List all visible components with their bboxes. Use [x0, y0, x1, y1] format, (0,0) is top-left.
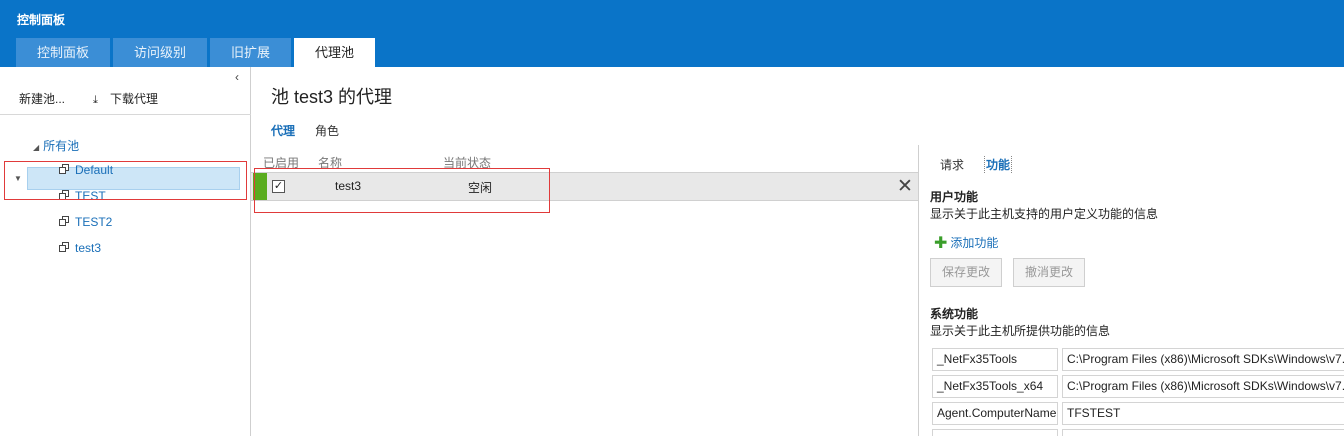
- download-icon: ⤓: [93, 94, 98, 106]
- page-title: 池 test3 的代理: [271, 87, 393, 107]
- collapse-sidebar-icon[interactable]: ‹: [235, 70, 239, 84]
- pool-icon: [59, 242, 70, 253]
- tree-root-label: 所有池: [43, 139, 80, 153]
- capability-value-field[interactable]: [1062, 429, 1344, 436]
- delete-agent-icon[interactable]: ✕: [897, 175, 913, 198]
- pool-label: TEST2: [75, 215, 113, 229]
- agent-details-pane: 请求 功能 用户功能 显示关于此主机支持的用户定义功能的信息 ✚ 添加功能 保存更…: [918, 145, 1344, 436]
- subtab-roles[interactable]: 角色: [315, 122, 339, 139]
- plus-icon: ✚: [934, 235, 948, 252]
- tree-item-pool[interactable]: TEST2: [59, 213, 112, 231]
- highlight-box: [254, 168, 550, 213]
- new-pool-button[interactable]: 新建池...: [19, 90, 65, 107]
- download-agent-label: 下载代理: [110, 92, 159, 106]
- pool-label: test3: [75, 241, 102, 255]
- tree-item-pool-selected[interactable]: test3: [59, 239, 101, 257]
- user-capabilities-desc: 显示关于此主机支持的用户定义功能的信息: [930, 207, 1159, 221]
- undo-changes-button[interactable]: 撤消更改: [1013, 258, 1086, 287]
- capability-value-field[interactable]: C:\Program Files (x86)\Microsoft SDKs\Wi…: [1062, 375, 1344, 398]
- tab-capabilities[interactable]: 功能: [984, 156, 1013, 173]
- system-capabilities-title: 系统功能: [930, 307, 979, 321]
- download-agent-button[interactable]: ⤓ 下载代理: [93, 90, 158, 107]
- capability-key-field[interactable]: Agent.ComputerName: [932, 402, 1058, 425]
- pool-icon: [59, 216, 70, 227]
- capability-key-field[interactable]: _NetFx35Tools: [932, 348, 1058, 371]
- save-changes-button[interactable]: 保存更改: [930, 258, 1003, 287]
- capability-value-field[interactable]: C:\Program Files (x86)\Microsoft SDKs\Wi…: [1062, 348, 1344, 371]
- add-capability-label: 添加功能: [950, 236, 999, 250]
- pool-toolbar: 新建池... ⤓ 下载代理: [0, 84, 251, 115]
- capability-key-field[interactable]: [932, 429, 1058, 436]
- capability-key-field[interactable]: _NetFx35Tools_x64: [932, 375, 1058, 398]
- system-capabilities-desc: 显示关于此主机所提供功能的信息: [930, 324, 1111, 338]
- capability-value-field[interactable]: TFSTEST: [1062, 402, 1344, 425]
- tree-item-all-pools[interactable]: ◢ 所有池: [33, 137, 79, 154]
- user-capabilities-title: 用户功能: [930, 190, 979, 204]
- highlight-box: [4, 161, 247, 200]
- tab-access-levels[interactable]: 访问级别: [113, 38, 208, 67]
- tab-requests[interactable]: 请求: [940, 156, 964, 173]
- expand-triangle-icon: ◢: [33, 143, 40, 152]
- add-capability-button[interactable]: ✚ 添加功能: [934, 233, 998, 253]
- tab-agent-pools[interactable]: 代理池: [294, 38, 376, 67]
- app-title: 控制面板: [17, 13, 66, 27]
- top-header: 控制面板 控制面板 访问级别 旧扩展 代理池: [0, 0, 1344, 67]
- tab-control-panel[interactable]: 控制面板: [16, 38, 111, 67]
- pool-sidebar: ‹ 新建池... ⤓ 下载代理: [0, 67, 251, 436]
- tab-legacy-extensions[interactable]: 旧扩展: [210, 38, 292, 67]
- subtab-agents[interactable]: 代理: [271, 122, 295, 139]
- main-tabs: 控制面板 访问级别 旧扩展 代理池: [16, 38, 378, 67]
